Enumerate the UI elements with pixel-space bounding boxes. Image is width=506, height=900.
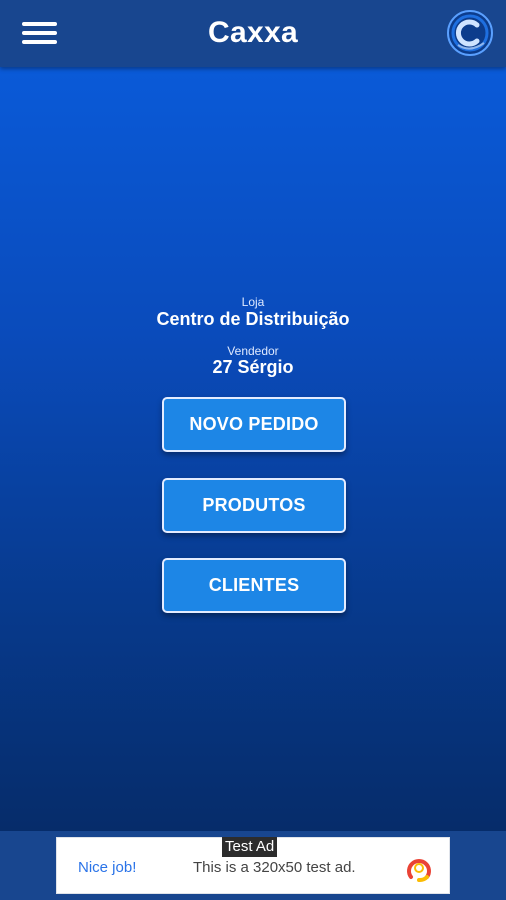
- store-caption: Loja: [241, 295, 265, 309]
- main-content: Loja Centro de Distribuição Vendedor 27 …: [0, 67, 506, 831]
- store-name: Centro de Distribuição: [156, 309, 350, 329]
- test-ad-tag: Test Ad: [222, 837, 278, 857]
- products-button[interactable]: PRODUTOS: [162, 478, 346, 533]
- ad-description: This is a 320x50 test ad.: [193, 859, 356, 876]
- ad-nice-text: Nice job!: [78, 859, 137, 876]
- app-title: Caxxa: [208, 16, 298, 49]
- ad-choices-icon[interactable]: [403, 851, 435, 883]
- seller-caption: Vendedor: [227, 344, 279, 358]
- seller-name: 27 Sérgio: [212, 357, 294, 377]
- caxxa-logo-icon[interactable]: [446, 9, 494, 57]
- app-bar: Caxxa: [0, 0, 506, 67]
- clients-button[interactable]: CLIENTES: [162, 558, 346, 613]
- ad-banner-area: Nice job! This is a 320x50 test ad. Test…: [0, 831, 506, 900]
- new-order-button[interactable]: NOVO PEDIDO: [162, 397, 346, 452]
